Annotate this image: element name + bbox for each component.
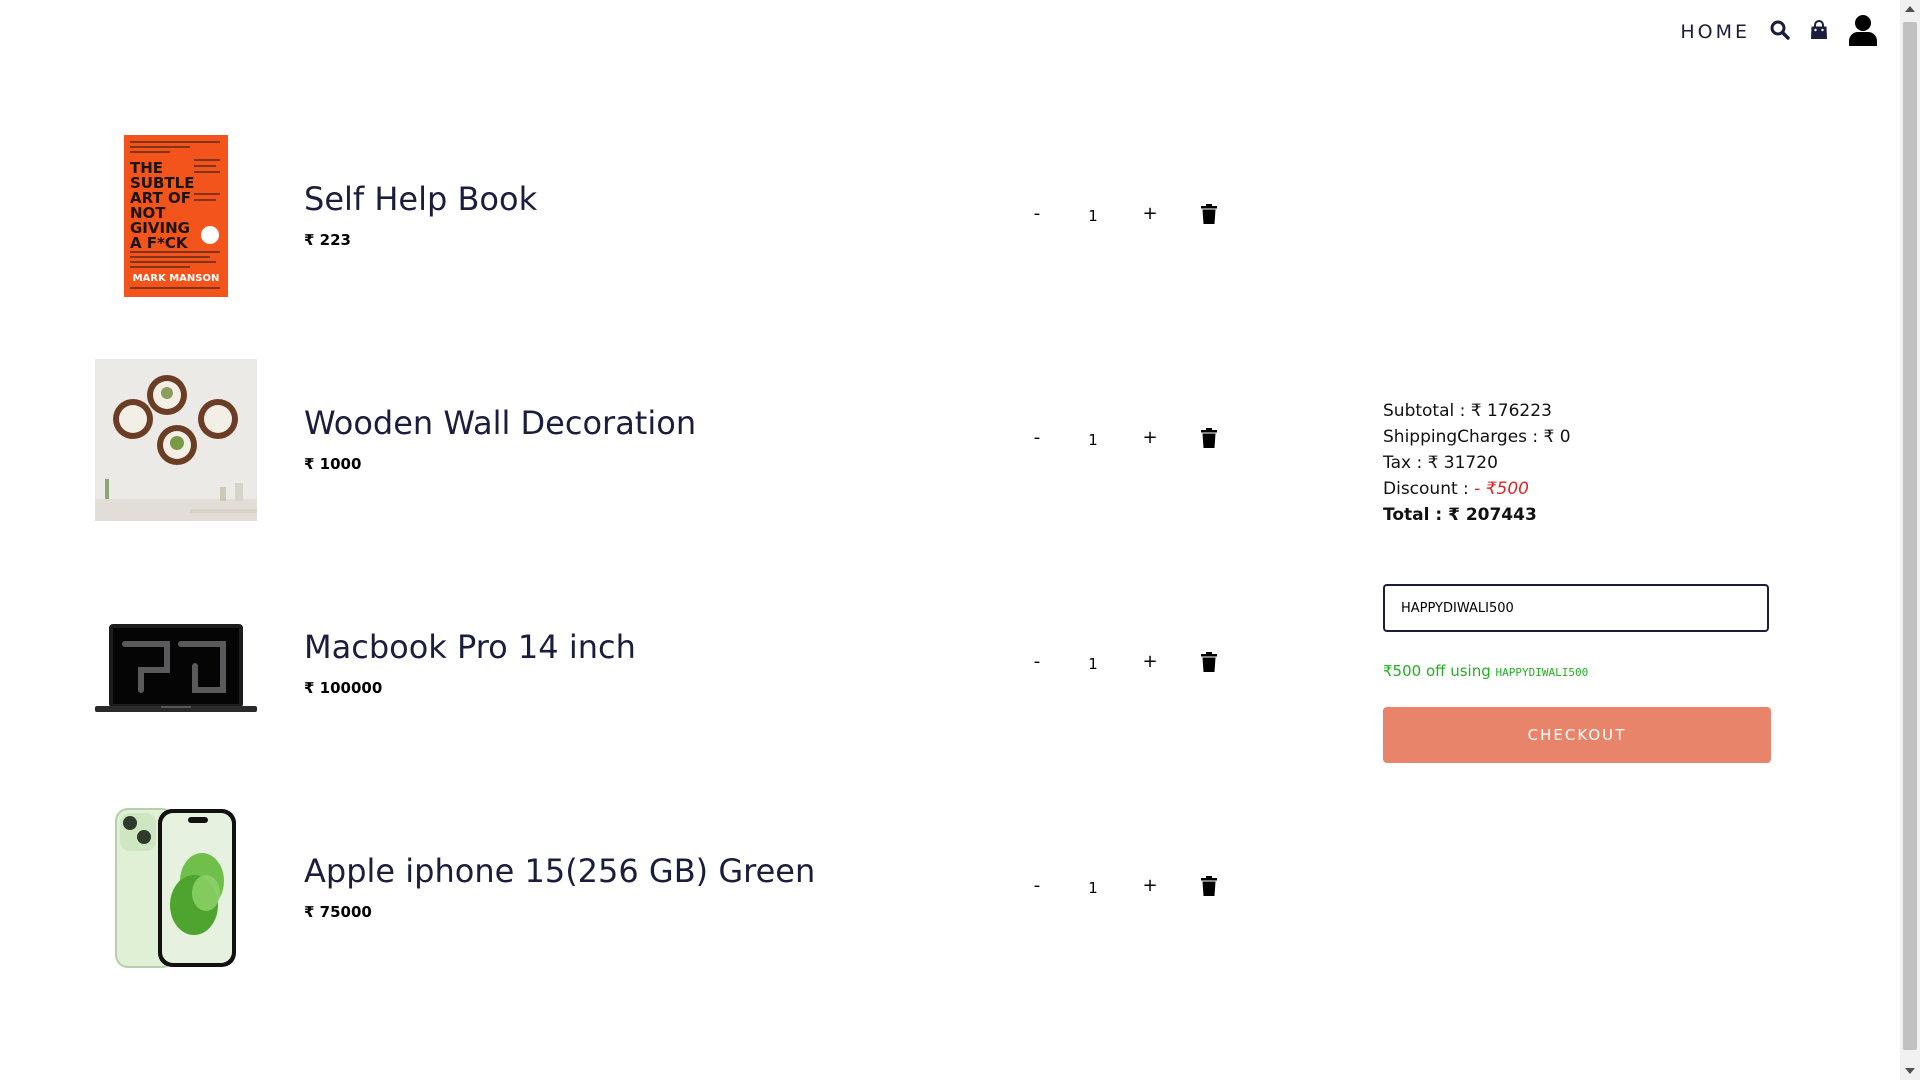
trash-icon[interactable] [1201,428,1217,453]
vertical-scrollbar[interactable] [1900,0,1920,1080]
phone-image[interactable] [95,806,257,970]
quantity-increase-button[interactable]: + [1140,651,1160,672]
book-title-line: A F*CK [130,234,189,252]
quantity-decrease-button[interactable]: - [1027,203,1047,224]
book-author: MARK MANSON [133,273,220,284]
quantity-increase-button[interactable]: + [1140,203,1160,224]
quantity-value: 1 [1088,655,1098,673]
coupon-success-message: ₹500 off using HAPPYDIWALI500 [1383,662,1588,680]
discount-line: Discount : - ₹500 [1383,476,1571,502]
quantity-increase-button[interactable]: + [1140,427,1160,448]
order-summary: Subtotal : ₹ 176223 ShippingCharges : ₹ … [1383,398,1571,528]
coupon-message-code: HAPPYDIWALI500 [1495,666,1589,679]
item-price: ₹ 100000 [304,679,383,697]
trash-icon[interactable] [1201,876,1217,901]
scroll-up-arrow-icon[interactable] [1905,6,1915,12]
wall-decor-image[interactable] [95,358,257,522]
quantity-decrease-button[interactable]: - [1027,427,1047,448]
total-line: Total : ₹ 207443 [1383,505,1537,525]
cart-item: Macbook Pro 14 inch ₹ 100000 - 1 + [95,582,1295,746]
discount-value: - ₹500 [1474,479,1529,499]
nav-home-link[interactable]: HOME [1680,21,1750,43]
book-cover-image[interactable]: THE SUBTLE ART OF NOT GIVING A F*CK MARK… [95,134,257,298]
discount-label: Discount : [1383,479,1475,499]
item-name[interactable]: Macbook Pro 14 inch [304,628,636,666]
coupon-message-text: ₹500 off using [1383,662,1496,680]
search-icon[interactable] [1770,20,1790,40]
item-name[interactable]: Self Help Book [304,180,537,218]
cart-item: Wooden Wall Decoration ₹ 1000 - 1 + [95,358,1295,522]
quantity-increase-button[interactable]: + [1140,875,1160,896]
item-price: ₹ 223 [304,231,351,249]
coupon-code-input[interactable] [1383,584,1769,632]
item-price: ₹ 75000 [304,903,372,921]
item-name[interactable]: Wooden Wall Decoration [304,404,696,442]
trash-icon[interactable] [1201,204,1217,229]
shipping-line: ShippingCharges : ₹ 0 [1383,427,1571,447]
quantity-decrease-button[interactable]: - [1027,875,1047,896]
item-price: ₹ 1000 [304,455,362,473]
tax-line: Tax : ₹ 31720 [1383,453,1498,473]
laptop-image[interactable] [95,582,257,746]
item-name[interactable]: Apple iphone 15(256 GB) Green [304,852,815,890]
scroll-thumb[interactable] [1903,22,1917,1050]
cart-item: Apple iphone 15(256 GB) Green ₹ 75000 - … [95,806,1295,970]
user-icon[interactable] [1848,14,1878,46]
checkout-button[interactable]: CHECKOUT [1383,707,1771,763]
scroll-down-arrow-icon[interactable] [1905,1068,1915,1074]
quantity-value: 1 [1088,879,1098,897]
quantity-value: 1 [1088,431,1098,449]
trash-icon[interactable] [1201,652,1217,677]
cart-page: HOME THE SUBTLE ART OF NOT GIVING A F*CK… [0,0,1920,1080]
quantity-value: 1 [1088,207,1098,225]
top-nav: HOME [1680,14,1878,46]
shopping-bag-icon[interactable] [1810,20,1828,40]
subtotal-line: Subtotal : ₹ 176223 [1383,401,1552,421]
quantity-decrease-button[interactable]: - [1027,651,1047,672]
cart-item: THE SUBTLE ART OF NOT GIVING A F*CK MARK… [95,134,1295,298]
